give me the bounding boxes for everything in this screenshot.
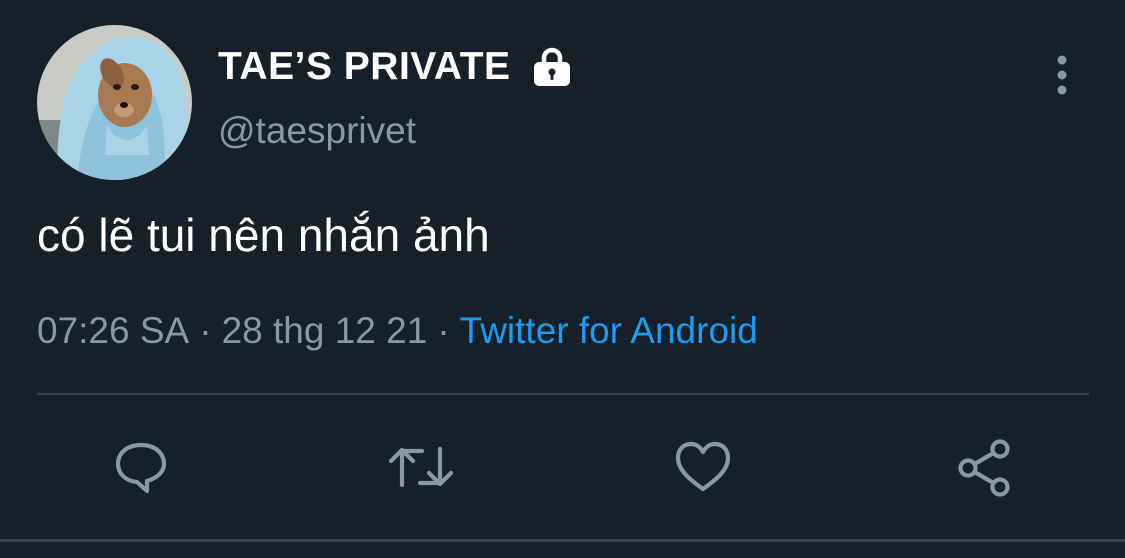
author-name-row[interactable]: TAE’S PRIVATE <box>218 42 573 92</box>
retweet-icon <box>388 446 454 488</box>
user-handle[interactable]: @taesprivet <box>218 110 416 152</box>
share-button[interactable] <box>950 432 1020 502</box>
retweet-button[interactable] <box>386 432 456 502</box>
tweet-time: 07:26 SA <box>37 310 190 351</box>
meta-separator: · <box>437 310 450 351</box>
tweet-source-link[interactable]: Twitter for Android <box>460 310 758 351</box>
reply-icon <box>115 442 167 494</box>
divider <box>0 539 1125 542</box>
display-name[interactable]: TAE’S PRIVATE <box>218 45 511 89</box>
divider <box>37 393 1089 395</box>
like-button[interactable] <box>668 432 738 502</box>
more-options-icon[interactable] <box>1044 52 1080 98</box>
lock-icon <box>531 46 573 88</box>
avatar[interactable] <box>37 25 192 180</box>
tweet-date: 28 thg 12 21 <box>221 310 428 351</box>
tweet-text: có lẽ tui nên nhắn ảnh <box>37 209 490 261</box>
share-icon <box>958 439 1010 497</box>
avatar-image <box>37 25 192 180</box>
meta-separator: · <box>199 310 212 351</box>
tweet-metadata: 07:26 SA · 28 thg 12 21 · Twitter for Androi… <box>37 310 758 352</box>
reply-button[interactable] <box>106 432 176 502</box>
like-icon <box>675 441 731 492</box>
tweet-detail: TAE’S PRIVATE @taesprivet có lẽ tui nên … <box>0 0 1125 558</box>
